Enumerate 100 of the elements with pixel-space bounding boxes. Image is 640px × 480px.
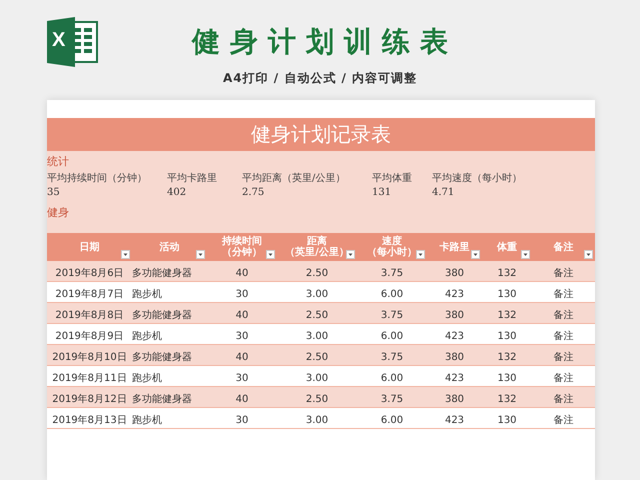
table-cell-text: 3.00 <box>304 331 330 344</box>
filter-button[interactable] <box>416 250 425 259</box>
table-cell-text: 380 <box>444 394 466 407</box>
stat-value: 4.71 <box>432 187 456 198</box>
caret-icon <box>268 254 272 256</box>
table-cell-text: 2019年8月6日 <box>54 268 125 281</box>
table-cell-text: 2.50 <box>304 352 330 365</box>
table-cell-text: 30 <box>234 415 250 428</box>
section-heading: 统计 <box>47 155 70 168</box>
table-cell-text: 30 <box>234 331 250 344</box>
filter-button[interactable] <box>121 250 130 259</box>
filter-button[interactable] <box>521 250 530 259</box>
table-cell-text: 跑步机 <box>132 373 163 386</box>
stat-label: 平均速度（每小时） <box>432 172 523 185</box>
table-cell-text: 30 <box>234 289 250 302</box>
table-cell-text: 132 <box>496 352 518 365</box>
table-cell-text: 2.50 <box>304 268 330 281</box>
table-cell-text: 40 <box>234 268 250 281</box>
spreadsheet-logo: X <box>47 16 99 68</box>
filter-button[interactable] <box>584 250 593 259</box>
caret-icon <box>124 254 128 256</box>
column-header: 备注 <box>554 242 574 252</box>
table-cell-text: 6.00 <box>380 289 404 302</box>
table-cell-text: 423 <box>444 415 466 428</box>
table-cell-text: 备注 <box>552 394 574 407</box>
stat-label: 平均体重 <box>372 172 413 185</box>
table-cell-text: 备注 <box>552 352 574 365</box>
table-cell-text: 2019年8月11日 <box>51 373 128 386</box>
column-header: 日期 <box>80 242 100 252</box>
caret-icon <box>524 254 528 256</box>
stat-value: 402 <box>167 187 188 198</box>
table-cell-text: 跑步机 <box>132 331 163 344</box>
table-cell-text: 备注 <box>552 289 574 302</box>
filter-button[interactable] <box>196 250 205 259</box>
stat-value: 131 <box>372 187 392 198</box>
table-cell-text: 132 <box>496 268 518 281</box>
column-header: 卡路里 <box>440 242 470 252</box>
section-heading: 健身 <box>47 206 70 219</box>
table-cell-text: 跑步机 <box>132 289 163 302</box>
table-cell-text: 备注 <box>552 331 574 344</box>
table-cell-text: 2019年8月9日 <box>54 331 125 344</box>
table-cell-text: 3.75 <box>380 268 404 281</box>
caret-icon <box>348 254 352 256</box>
caret-icon <box>198 254 202 256</box>
table-cell-text: 380 <box>444 352 466 365</box>
table-cell-text: 130 <box>496 331 518 344</box>
table-cell-text: 130 <box>496 373 518 386</box>
column-header: 距离 （英里/公里） <box>285 236 349 258</box>
sheet-title: 健身计划记录表 <box>251 121 391 148</box>
filter-button[interactable] <box>266 250 275 259</box>
table-cell-text: 多功能健身器 <box>132 352 193 365</box>
table-cell-text: 40 <box>234 352 250 365</box>
stat-label: 平均持续时间（分钟） <box>47 172 148 185</box>
table-cell-text: 380 <box>444 268 466 281</box>
table-cell-text: 2.50 <box>304 310 330 323</box>
table-cell-text: 3.75 <box>380 394 404 407</box>
table-cell-text: 30 <box>234 373 250 386</box>
table-cell-text: 多功能健身器 <box>132 394 193 407</box>
table-cell-text: 2.50 <box>304 394 330 407</box>
table-cell-text: 3.75 <box>380 352 404 365</box>
column-header: 活动 <box>160 242 180 252</box>
table-cell-text: 备注 <box>552 373 574 386</box>
table-cell-text: 2019年8月10日 <box>51 352 128 365</box>
table-cell-text: 6.00 <box>380 331 404 344</box>
column-header: 体重 <box>497 242 517 252</box>
table-cell-text: 40 <box>234 310 250 323</box>
stat-label: 平均距离（英里/公里） <box>242 172 346 185</box>
table-cell-text: 423 <box>444 331 466 344</box>
table-cell-text: 备注 <box>552 415 574 428</box>
table-cell-text: 2019年8月13日 <box>51 415 128 428</box>
filter-button[interactable] <box>471 250 480 259</box>
table-cell-text: 423 <box>444 289 466 302</box>
table-cell-text: 6.00 <box>380 415 404 428</box>
caret-icon <box>474 254 478 256</box>
banner-title: 健身计划训练表 <box>190 24 458 60</box>
table-cell-text: 130 <box>496 415 518 428</box>
column-header: 速度 （每小时） <box>367 236 417 258</box>
table-cell-text: 跑步机 <box>132 415 163 428</box>
filter-button[interactable] <box>346 250 355 259</box>
table-cell-text: 132 <box>496 310 518 323</box>
stat-label: 平均卡路里 <box>167 172 218 185</box>
table-cell-text: 423 <box>444 373 466 386</box>
table-cell-text: 2019年8月8日 <box>54 310 125 323</box>
table-cell-text: 3.00 <box>304 373 330 386</box>
table-cell-text: 多功能健身器 <box>132 310 193 323</box>
table-cell-text: 2019年8月12日 <box>51 394 128 407</box>
caret-icon <box>418 254 422 256</box>
table-cell-text: 3.00 <box>304 415 330 428</box>
table-cell-text: 备注 <box>552 310 574 323</box>
table-cell-text: 132 <box>496 394 518 407</box>
table-cell-text: 备注 <box>552 268 574 281</box>
column-header: 持续时间 （分钟） <box>222 236 262 258</box>
table-cell-text: 380 <box>444 310 466 323</box>
table-cell-text: 多功能健身器 <box>132 268 193 281</box>
stat-value: 2.75 <box>242 187 266 198</box>
caret-icon <box>586 254 590 256</box>
table-cell-text: 130 <box>496 289 518 302</box>
table-cell-text: 3.00 <box>304 289 330 302</box>
table-cell-text: 6.00 <box>380 373 404 386</box>
table-cell-text: 2019年8月7日 <box>54 289 125 302</box>
